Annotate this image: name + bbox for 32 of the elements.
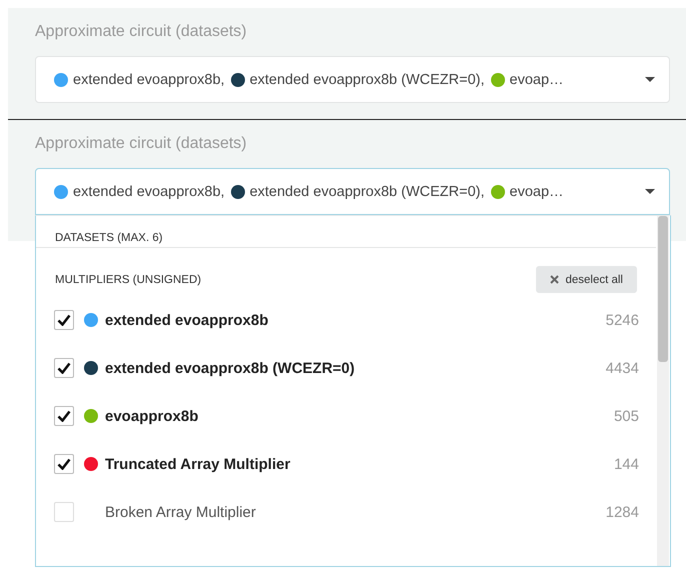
- field-label: Approximate circuit (datasets): [35, 22, 248, 42]
- dataset-name: evoap…: [510, 184, 564, 200]
- dataset-option[interactable]: evoapprox8b: [105, 408, 198, 424]
- dataset-name: extended evoapprox8b (WCEZR=0),: [250, 184, 485, 200]
- dataset-option[interactable]: extended evoapprox8b (WCEZR=0): [105, 360, 355, 376]
- deselect-all-button[interactable]: deselect all: [536, 266, 637, 293]
- dataset-count: 4434: [606, 360, 639, 376]
- section-title: MULTIPLIERS (UNSIGNED): [55, 274, 202, 286]
- dataset-option[interactable]: extended evoapprox8b: [105, 312, 268, 328]
- close-icon: [550, 275, 560, 284]
- caret-icon: [645, 189, 655, 194]
- dataset-count: 505: [614, 408, 639, 424]
- checkbox[interactable]: [54, 406, 74, 426]
- dataset-option[interactable]: Truncated Array Multiplier: [105, 456, 290, 472]
- dataset-count: 144: [614, 456, 639, 472]
- checkbox[interactable]: [54, 502, 74, 522]
- dataset-count: 1284: [606, 504, 639, 520]
- dataset-name: extended evoapprox8b,: [73, 184, 225, 200]
- dataset-name: evoap…: [510, 72, 564, 88]
- dataset-name: extended evoapprox8b,: [73, 72, 225, 88]
- dataset-select[interactable]: extended evoapprox8b, extended evoapprox8b (WCEZR=0), evoap…: [35, 56, 670, 103]
- dataset-name: extended evoapprox8b (WCEZR=0),: [250, 72, 485, 88]
- menu-header: DATASETS (MAX. 6): [36, 216, 656, 248]
- dataset-select[interactable]: extended evoapprox8b, extended evoapprox8b (WCEZR=0), evoap…: [35, 168, 670, 215]
- dataset-option[interactable]: Broken Array Multiplier: [105, 504, 256, 520]
- checkbox[interactable]: [54, 358, 74, 378]
- field-label: Approximate circuit (datasets): [35, 134, 248, 154]
- dataset-count: 5246: [606, 312, 639, 328]
- checkbox[interactable]: [54, 310, 74, 330]
- caret-icon: [645, 77, 655, 82]
- scrollbar-thumb[interactable]: [658, 216, 668, 362]
- checkbox[interactable]: [54, 454, 74, 474]
